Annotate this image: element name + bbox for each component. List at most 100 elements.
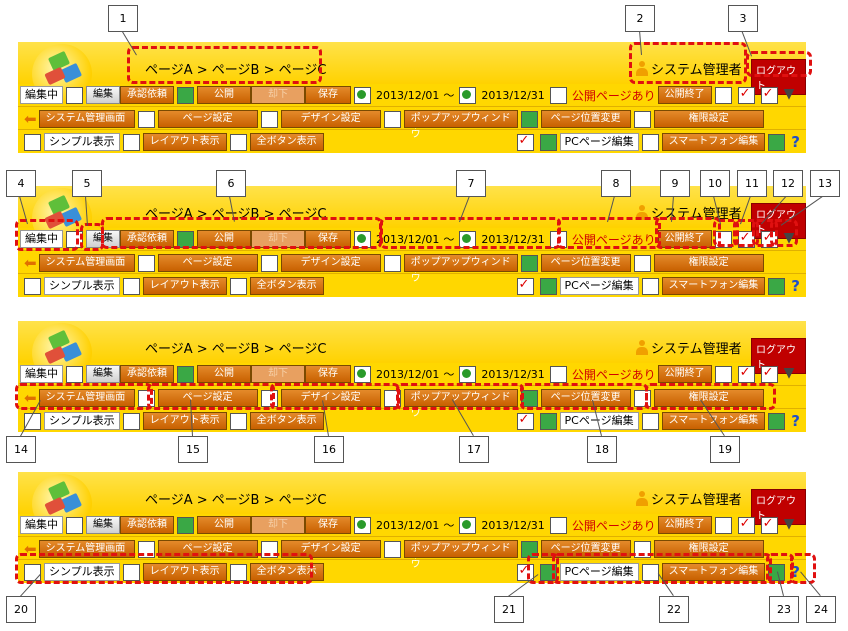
publish-end-date[interactable]: 2013/12/31 bbox=[481, 368, 544, 381]
page-position-button[interactable]: ページ位置変更 bbox=[540, 254, 631, 272]
page-settings-button[interactable]: ページ設定 bbox=[157, 110, 258, 128]
all-buttons-button[interactable]: 全ボタン表示 bbox=[249, 133, 324, 151]
simple-view-button[interactable]: シンプル表示 bbox=[44, 277, 120, 295]
approval-request-button[interactable]: 承認依頼 bbox=[120, 365, 174, 383]
publish-button[interactable]: 公開 bbox=[197, 365, 251, 383]
breadcrumb[interactable]: ページA > ページB > ページC bbox=[145, 203, 326, 222]
publish-start-date[interactable]: 2013/12/01 bbox=[376, 368, 439, 381]
preview-icon[interactable] bbox=[66, 86, 83, 104]
simple-view-button[interactable]: シンプル表示 bbox=[44, 412, 120, 430]
monitor-icon[interactable] bbox=[768, 133, 786, 151]
page-position-button[interactable]: ページ位置変更 bbox=[540, 110, 631, 128]
check-mode-icon[interactable] bbox=[516, 133, 534, 151]
publish-end-date[interactable]: 2013/12/31 bbox=[481, 519, 544, 532]
edit-button[interactable]: 編集 bbox=[86, 230, 120, 248]
publish-end-button[interactable]: 公開終了 bbox=[657, 86, 712, 104]
page-settings-button[interactable]: ページ設定 bbox=[157, 540, 258, 558]
layout-view-button[interactable]: レイアウト表示 bbox=[142, 412, 227, 430]
check-icon[interactable] bbox=[737, 516, 755, 534]
publish-end-date[interactable]: 2013/12/31 bbox=[481, 233, 544, 246]
pc-page-edit-button[interactable]: PCページ編集 bbox=[559, 563, 639, 581]
document-icon[interactable] bbox=[714, 230, 732, 248]
refresh-icon[interactable] bbox=[177, 365, 194, 383]
layout-view-button[interactable]: レイアウト表示 bbox=[142, 277, 227, 295]
all-buttons-button[interactable]: 全ボタン表示 bbox=[249, 412, 324, 430]
reject-button[interactable]: 却下 bbox=[251, 86, 305, 104]
pc-page-edit-button[interactable]: PCページ編集 bbox=[559, 133, 639, 151]
public-page-label[interactable]: 公開ページあり bbox=[572, 366, 656, 383]
check-icon[interactable] bbox=[737, 86, 755, 104]
all-buttons-button[interactable]: 全ボタン表示 bbox=[249, 563, 324, 581]
document-icon[interactable] bbox=[714, 516, 732, 534]
filter-icon[interactable] bbox=[784, 365, 799, 382]
popup-window-button[interactable]: ポップアップウィンドウ bbox=[403, 254, 518, 284]
page-position-button[interactable]: ページ位置変更 bbox=[540, 540, 631, 558]
publish-button[interactable]: 公開 bbox=[197, 516, 251, 534]
breadcrumb[interactable]: ページA > ページB > ページC bbox=[145, 59, 326, 78]
page-settings-button[interactable]: ページ設定 bbox=[157, 389, 258, 407]
help-icon[interactable]: ? bbox=[791, 412, 800, 430]
pc-page-edit-button[interactable]: PCページ編集 bbox=[559, 277, 639, 295]
page-position-button[interactable]: ページ位置変更 bbox=[540, 389, 631, 407]
design-settings-button[interactable]: デザイン設定 bbox=[280, 389, 381, 407]
check-icon[interactable] bbox=[737, 365, 755, 383]
check-icon[interactable] bbox=[737, 230, 755, 248]
all-buttons-button[interactable]: 全ボタン表示 bbox=[249, 277, 324, 295]
smartphone-edit-button[interactable]: スマートフォン編集 bbox=[661, 277, 766, 295]
help-icon[interactable]: ? bbox=[791, 277, 800, 295]
permission-button[interactable]: 権限設定 bbox=[653, 389, 764, 407]
edit-button[interactable]: 編集 bbox=[86, 365, 120, 383]
refresh-icon[interactable] bbox=[177, 230, 194, 248]
save-button[interactable]: 保存 bbox=[305, 365, 351, 383]
approval-request-button[interactable]: 承認依頼 bbox=[120, 86, 174, 104]
help-icon[interactable]: ? bbox=[791, 133, 800, 151]
breadcrumb[interactable]: ページA > ページB > ページC bbox=[145, 489, 326, 508]
system-admin-screen-link[interactable]: システム管理画面 bbox=[38, 389, 135, 407]
save-button[interactable]: 保存 bbox=[305, 230, 351, 248]
approval-request-button[interactable]: 承認依頼 bbox=[120, 230, 174, 248]
monitor-icon[interactable] bbox=[768, 277, 786, 295]
public-page-label[interactable]: 公開ページあり bbox=[572, 87, 656, 104]
edit-button[interactable]: 編集 bbox=[86, 516, 120, 534]
document-icon[interactable] bbox=[714, 86, 732, 104]
preview-icon[interactable] bbox=[66, 230, 83, 248]
design-settings-button[interactable]: デザイン設定 bbox=[280, 254, 381, 272]
system-admin-screen-link[interactable]: システム管理画面 bbox=[38, 540, 135, 558]
publish-start-date[interactable]: 2013/12/01 bbox=[376, 89, 439, 102]
uncheck-icon[interactable] bbox=[760, 86, 778, 104]
system-admin-screen-link[interactable]: システム管理画面 bbox=[38, 110, 135, 128]
smartphone-edit-button[interactable]: スマートフォン編集 bbox=[661, 133, 766, 151]
simple-view-button[interactable]: シンプル表示 bbox=[44, 133, 120, 151]
publish-end-button[interactable]: 公開終了 bbox=[657, 516, 712, 534]
check-mode-icon[interactable] bbox=[516, 412, 534, 430]
publish-end-button[interactable]: 公開終了 bbox=[657, 365, 712, 383]
popup-window-button[interactable]: ポップアップウィンドウ bbox=[403, 389, 518, 419]
save-button[interactable]: 保存 bbox=[305, 86, 351, 104]
popup-window-button[interactable]: ポップアップウィンドウ bbox=[403, 540, 518, 570]
publish-button[interactable]: 公開 bbox=[197, 230, 251, 248]
refresh-icon[interactable] bbox=[177, 86, 194, 104]
check-mode-icon[interactable] bbox=[516, 277, 534, 295]
publish-end-button[interactable]: 公開終了 bbox=[657, 230, 712, 248]
smartphone-edit-button[interactable]: スマートフォン編集 bbox=[661, 563, 766, 581]
document-icon[interactable] bbox=[714, 365, 732, 383]
publish-button[interactable]: 公開 bbox=[197, 86, 251, 104]
preview-icon[interactable] bbox=[66, 365, 83, 383]
save-button[interactable]: 保存 bbox=[305, 516, 351, 534]
publish-end-date[interactable]: 2013/12/31 bbox=[481, 89, 544, 102]
filter-icon[interactable] bbox=[784, 516, 799, 533]
refresh-icon[interactable] bbox=[177, 516, 194, 534]
help-icon[interactable]: ? bbox=[791, 563, 800, 581]
layout-view-button[interactable]: レイアウト表示 bbox=[142, 133, 227, 151]
filter-icon[interactable] bbox=[784, 230, 799, 247]
design-settings-button[interactable]: デザイン設定 bbox=[280, 540, 381, 558]
reject-button[interactable]: 却下 bbox=[251, 365, 305, 383]
approval-request-button[interactable]: 承認依頼 bbox=[120, 516, 174, 534]
system-admin-screen-link[interactable]: システム管理画面 bbox=[38, 254, 135, 272]
publish-start-date[interactable]: 2013/12/01 bbox=[376, 519, 439, 532]
simple-view-button[interactable]: シンプル表示 bbox=[44, 563, 120, 581]
edit-button[interactable]: 編集 bbox=[86, 86, 120, 104]
uncheck-icon[interactable] bbox=[760, 230, 778, 248]
layout-view-button[interactable]: レイアウト表示 bbox=[142, 563, 227, 581]
public-page-label[interactable]: 公開ページあり bbox=[572, 517, 656, 534]
